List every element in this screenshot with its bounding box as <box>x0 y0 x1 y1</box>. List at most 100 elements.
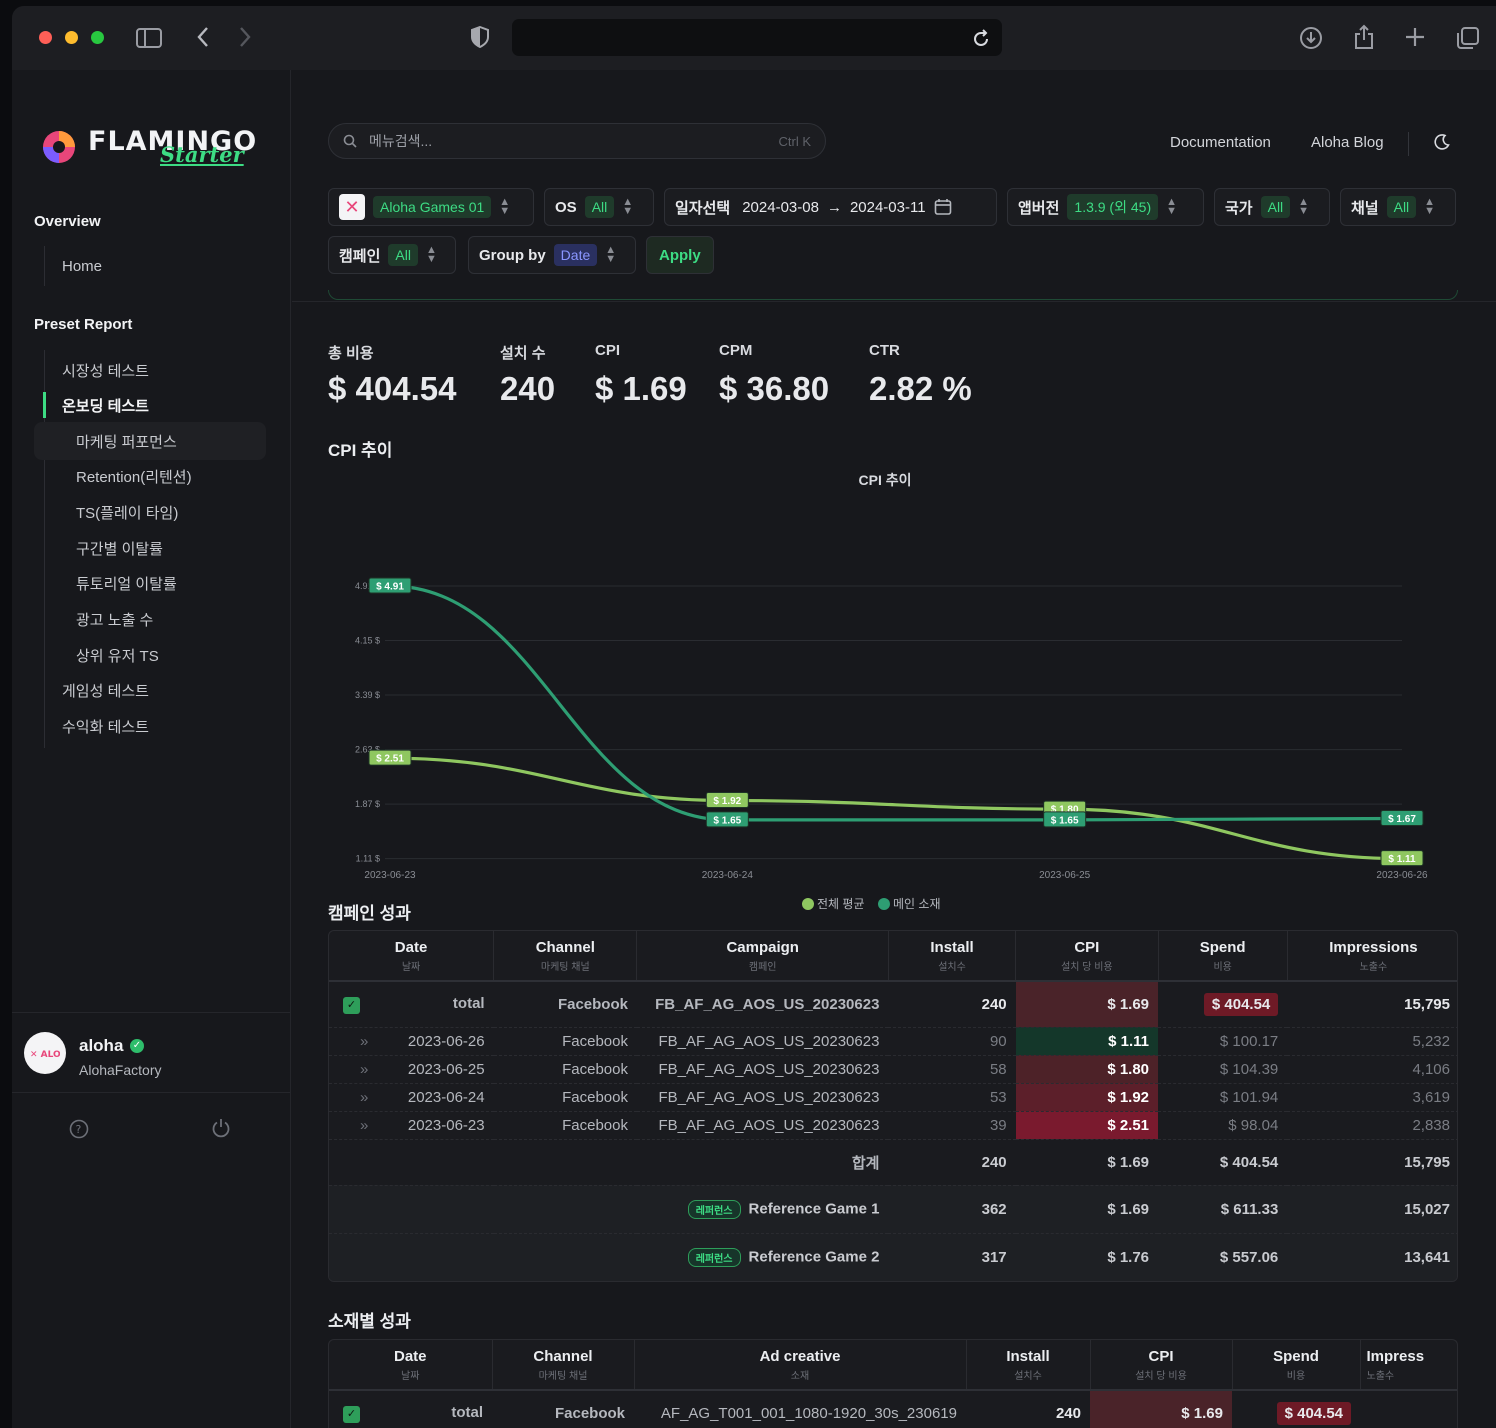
avatar[interactable]: ✕ ALOHA <box>24 1032 66 1074</box>
expand-checkbox[interactable]: ✓ <box>343 996 360 1014</box>
reload-icon[interactable] <box>972 28 990 53</box>
sidebar-item-marketing-performance[interactable]: 마케팅 퍼포먼스 <box>76 431 177 452</box>
reference-badge: 레퍼런스 <box>687 1199 741 1219</box>
chevron-updown-icon: ▲ ▼ <box>1298 196 1310 217</box>
chevron-updown-icon: ▲ ▼ <box>1166 196 1177 217</box>
sidebar-item-ad-impressions[interactable]: 광고 노출 수 <box>76 609 153 630</box>
cpi-trend-chart: CPI 추이 4.91 $4.15 $3.39 $2.63 $1.87 $1.1… <box>355 472 1428 911</box>
expand-row-icon[interactable]: » <box>338 1117 368 1134</box>
x-tick-label: 2023-06-25 <box>1039 870 1091 881</box>
col-cpi[interactable]: CPI 설치 당 비용 <box>1015 931 1159 981</box>
sidebar-item-tutorial-churn[interactable]: 튜토리얼 이탈률 <box>76 573 177 594</box>
os-value: All <box>584 196 615 218</box>
sidebar-item-home[interactable]: Home <box>62 258 102 275</box>
country-select[interactable]: 국가 All ▲ ▼ <box>1214 188 1330 226</box>
col-spend[interactable]: Spend 비용 <box>1158 931 1288 981</box>
svg-text:✕ ALOHA: ✕ ALOHA <box>30 1050 60 1059</box>
table-row[interactable]: » 2023-06-26 Facebook FB_AF_AG_AOS_US_2023… <box>329 1027 1457 1056</box>
chevron-updown-icon: ▲ ▼ <box>425 244 437 265</box>
table-row[interactable]: » 2023-06-24 Facebook FB_AF_AG_AOS_US_2023… <box>329 1083 1457 1112</box>
x-tick-label: 2023-06-24 <box>702 870 754 881</box>
table-row[interactable]: » 2023-06-23 Facebook FB_AF_AG_AOS_US_2023… <box>329 1111 1457 1140</box>
col-cpi[interactable]: CPI 설치 당 비용 <box>1090 1340 1233 1390</box>
date-from: 2024-03-08 <box>742 198 819 216</box>
svg-text:?: ? <box>76 1123 82 1136</box>
creative-section-title: 소재별 성과 <box>328 1312 411 1331</box>
table-row-total[interactable]: ✓ total Facebook AF_AG_T001_001_1080-1920… <box>329 1390 1457 1428</box>
power-icon[interactable] <box>211 1118 231 1143</box>
sidebar-item-retention[interactable]: Retention(리텐션) <box>76 466 192 487</box>
channel-value: All <box>1386 196 1417 218</box>
col-campaign[interactable]: Campaign 캠페인 <box>636 931 889 981</box>
sidebar-item-gameplay-test[interactable]: 게임성 테스트 <box>62 680 149 701</box>
topbar-divider <box>1408 132 1409 156</box>
appver-label: 앱버전 <box>1018 199 1060 217</box>
sidebar-item-playtime[interactable]: TS(플레이 타임) <box>76 502 178 523</box>
table-row[interactable]: » 2023-06-25 Facebook FB_AF_AG_AOS_US_2023… <box>329 1055 1457 1084</box>
expand-row-icon[interactable]: » <box>338 1033 368 1050</box>
col-spend[interactable]: Spend 비용 <box>1232 1340 1361 1390</box>
campaign-table: Date 날짜 Channel 마케팅 채널 Campaign 캠페인 Install… <box>328 930 1458 1282</box>
blog-link[interactable]: Aloha Blog <box>1311 134 1384 151</box>
sidebar-item-market-test[interactable]: 시장성 테스트 <box>62 360 149 381</box>
data-point-label: $ 1.11 <box>1388 854 1416 865</box>
apply-button[interactable]: Apply <box>646 236 714 274</box>
search-input[interactable]: 메뉴검색... Ctrl K <box>328 123 826 159</box>
col-channel[interactable]: Channel 마케팅 채널 <box>492 1340 635 1390</box>
preset-report-heading: Preset Report <box>34 316 133 333</box>
dark-mode-icon[interactable] <box>1434 134 1450 155</box>
new-tab-icon[interactable] <box>1405 27 1425 51</box>
sidebar-item-onboarding-test[interactable]: 온보딩 테스트 <box>62 395 149 416</box>
data-label: $ 1.65 <box>1043 811 1087 828</box>
sidebar-item-top-user-ts[interactable]: 상위 유저 TS <box>76 645 159 666</box>
address-bar[interactable] <box>512 19 1002 56</box>
expand-row-icon[interactable]: » <box>338 1089 368 1106</box>
col-impressions[interactable]: Impressions 노출수 <box>1287 931 1457 981</box>
country-label: 국가 <box>1225 199 1253 217</box>
chevron-updown-icon: ▲ ▼ <box>605 244 617 265</box>
sidebar-item-section-churn[interactable]: 구간별 이탈률 <box>76 538 163 559</box>
date-label: 일자선택 <box>675 199 731 217</box>
channel-select[interactable]: 채널 All ▲ ▼ <box>1340 188 1456 226</box>
col-ad-creative[interactable]: Ad creative 소재 <box>634 1340 967 1390</box>
group-by-select[interactable]: Group by Date ▲ ▼ <box>468 236 636 274</box>
expand-row-icon[interactable]: » <box>338 1061 368 1078</box>
reference-badge: 레퍼런스 <box>687 1247 741 1267</box>
back-icon[interactable] <box>196 26 210 52</box>
minimize-window-button[interactable] <box>65 31 78 44</box>
shield-icon[interactable] <box>471 25 489 52</box>
campaign-select[interactable]: 캠페인 All ▲ ▼ <box>328 236 456 274</box>
documentation-link[interactable]: Documentation <box>1170 134 1271 151</box>
download-icon[interactable] <box>1299 26 1323 54</box>
groupby-value: Date <box>553 244 598 266</box>
data-label: $ 1.65 <box>705 811 749 828</box>
game-select[interactable]: ✕ Aloha Games 01 ▲ ▼ <box>328 188 534 226</box>
sidebar-toggle-icon[interactable] <box>136 28 162 52</box>
date-range-picker[interactable]: 일자선택 2024-03-08 → 2024-03-11 <box>664 188 997 226</box>
forward-icon[interactable] <box>238 26 252 52</box>
data-point-label: $ 2.51 <box>376 754 404 765</box>
maximize-window-button[interactable] <box>91 31 104 44</box>
filter-bar: ✕ Aloha Games 01 ▲ ▼ OS All ▲ ▼ 일자선택 2024-… <box>292 178 1496 302</box>
col-install[interactable]: Install 설치수 <box>888 931 1017 981</box>
groupby-label: Group by <box>479 246 546 264</box>
game-value: Aloha Games 01 <box>373 196 492 218</box>
tabs-overview-icon[interactable] <box>1456 26 1480 54</box>
col-install[interactable]: Install 설치수 <box>966 1340 1091 1390</box>
col-date[interactable]: Date 날짜 <box>329 931 495 981</box>
os-select[interactable]: OS All ▲ ▼ <box>544 188 654 226</box>
app-version-select[interactable]: 앱버전 1.3.9 (외 45) ▲ ▼ <box>1007 188 1204 226</box>
help-icon[interactable]: ? <box>69 1119 89 1144</box>
sidebar-item-monetization-test[interactable]: 수익화 테스트 <box>62 716 149 737</box>
appver-value: 1.3.9 (외 45) <box>1067 194 1159 220</box>
col-channel[interactable]: Channel 마케팅 채널 <box>493 931 638 981</box>
brand-logo[interactable]: FLAMINGO Starter <box>38 126 256 168</box>
share-icon[interactable] <box>1353 24 1375 54</box>
expand-checkbox[interactable]: ✓ <box>343 1405 360 1423</box>
close-window-button[interactable] <box>39 31 52 44</box>
data-label: $ 1.67 <box>1380 809 1424 826</box>
chevron-updown-icon: ▲ ▼ <box>499 196 511 217</box>
col-date[interactable]: Date 날짜 <box>329 1340 493 1390</box>
table-row-total[interactable]: ✓ total Facebook FB_AF_AG_AOS_US_20230623… <box>329 981 1457 1028</box>
col-impressions[interactable]: Impress 노출수 <box>1360 1340 1457 1390</box>
